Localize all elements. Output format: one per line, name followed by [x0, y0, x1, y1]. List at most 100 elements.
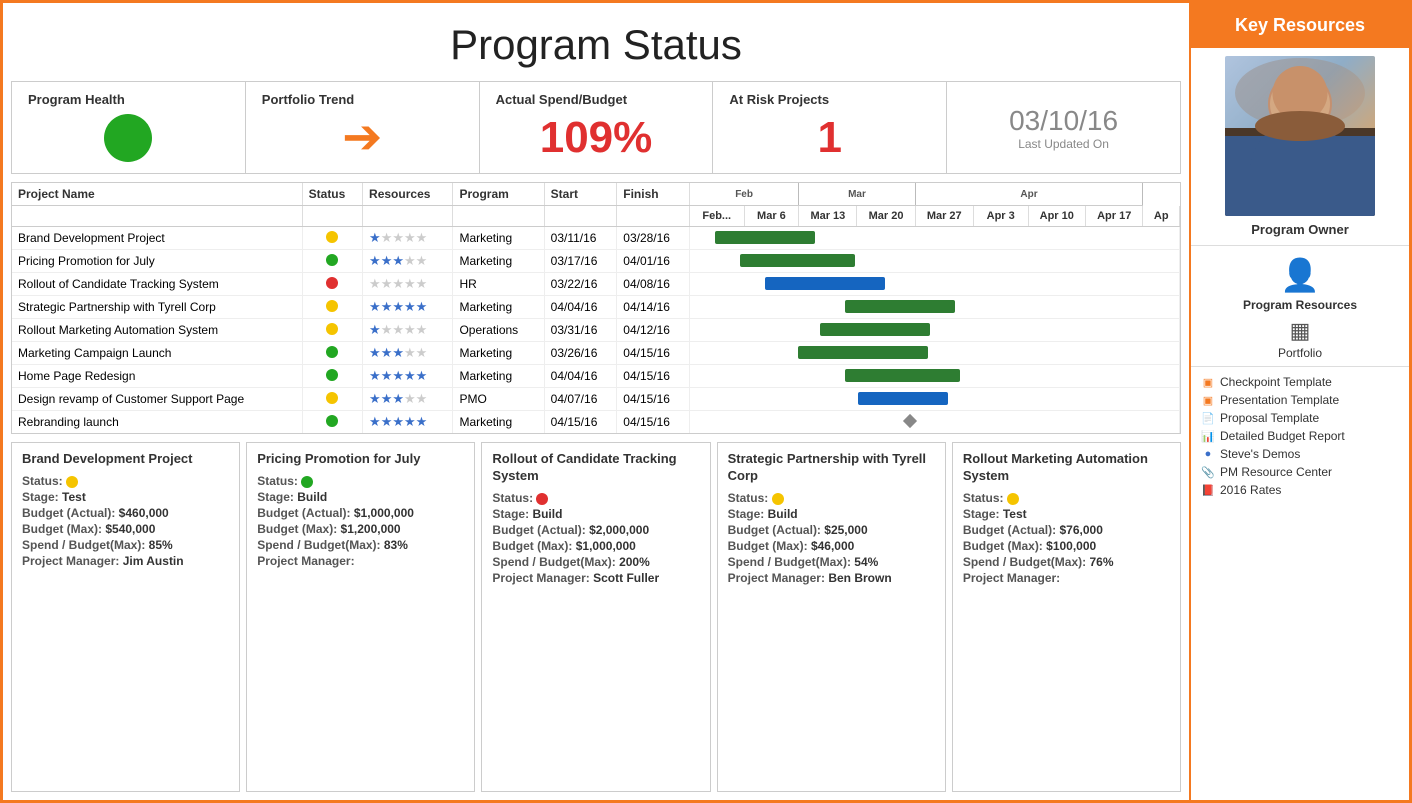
- sidebar-link[interactable]: 📎PM Resource Center: [1201, 465, 1399, 479]
- card-pm-row: Project Manager: Jim Austin: [22, 554, 229, 568]
- date-apr10: Apr 10: [1028, 206, 1085, 227]
- date-mar27: Mar 27: [915, 206, 973, 227]
- card-status-row: Status:: [728, 491, 935, 505]
- portfolio-icon: ▦: [1290, 318, 1311, 344]
- sidebar-header: Key Resources: [1191, 3, 1409, 48]
- program-resources-section: 👤 Program Resources ▦ Portfolio: [1191, 246, 1409, 367]
- col-start: Start: [544, 183, 617, 206]
- page-title-bar: Program Status: [11, 11, 1181, 81]
- card-budget-actual-row: Budget (Actual): $25,000: [728, 523, 935, 537]
- table-row: Rollout of Candidate Tracking System★★★★…: [12, 273, 1180, 296]
- col-prog-h: [453, 206, 544, 227]
- col-project-name: Project Name: [12, 183, 302, 206]
- card-spend-row: Spend / Budget(Max): 83%: [257, 538, 464, 552]
- col-start-h: [544, 206, 617, 227]
- col-status-h: [302, 206, 362, 227]
- sidebar-link[interactable]: ▣Presentation Template: [1201, 393, 1399, 407]
- card-stage-row: Stage: Build: [492, 507, 699, 521]
- gantt-date-row: Feb... Mar 6 Mar 13 Mar 20 Mar 27 Apr 3 …: [12, 206, 1180, 227]
- link-label: PM Resource Center: [1220, 465, 1332, 479]
- kpi-spend: Actual Spend/Budget 109%: [480, 82, 714, 173]
- kpi-trend: Portfolio Trend ➔: [246, 82, 480, 173]
- table-row: Design revamp of Customer Support Page★★…: [12, 388, 1180, 411]
- col-apr-super: Apr: [915, 183, 1143, 206]
- sidebar-link[interactable]: 📄Proposal Template: [1201, 411, 1399, 425]
- link-label: 2016 Rates: [1220, 483, 1281, 497]
- date-mar6: Mar 6: [744, 206, 799, 227]
- spend-value-area: 109%: [496, 113, 697, 163]
- project-card: Brand Development Project Status: Stage:…: [11, 442, 240, 792]
- card-budget-actual-row: Budget (Actual): $2,000,000: [492, 523, 699, 537]
- health-label: Program Health: [28, 92, 125, 107]
- project-card: Rollout Marketing Automation System Stat…: [952, 442, 1181, 792]
- kpi-row: Program Health Portfolio Trend ➔ Actual …: [11, 81, 1181, 174]
- program-resources-label: Program Resources: [1243, 298, 1357, 312]
- link-label: Checkpoint Template: [1220, 375, 1332, 389]
- col-status: Status: [302, 183, 362, 206]
- sidebar-link[interactable]: 📕 2016 Rates: [1201, 483, 1399, 497]
- date-apr-more: Ap: [1143, 206, 1180, 227]
- risk-label: At Risk Projects: [729, 92, 829, 107]
- card-title: Rollout Marketing Automation System: [963, 451, 1170, 485]
- date-updated: 03/10/16 Last Updated On: [1009, 105, 1118, 151]
- card-budget-max-row: Budget (Max): $46,000: [728, 539, 935, 553]
- gantt-scroll[interactable]: Project Name Status Resources Program St…: [12, 183, 1180, 433]
- sidebar: Key Resources Program Owner 👤 Program Re…: [1189, 3, 1409, 800]
- card-title: Brand Development Project: [22, 451, 229, 468]
- card-budget-max-row: Budget (Max): $1,000,000: [492, 539, 699, 553]
- col-resources: Resources: [363, 183, 453, 206]
- card-budget-max-row: Budget (Max): $540,000: [22, 522, 229, 536]
- table-row: Rollout Marketing Automation System★★★★★…: [12, 319, 1180, 342]
- col-mar-super: Mar: [799, 183, 915, 206]
- table-row: Rebranding launch★★★★★Marketing04/15/160…: [12, 411, 1180, 434]
- project-card: Strategic Partnership with Tyrell Corp S…: [717, 442, 946, 792]
- kpi-health: Program Health: [12, 82, 246, 173]
- card-status-row: Status:: [492, 491, 699, 505]
- card-budget-max-row: Budget (Max): $1,200,000: [257, 522, 464, 536]
- link-icon: 📕: [1201, 483, 1215, 497]
- card-stage-row: Stage: Build: [728, 507, 935, 521]
- card-pm-row: Project Manager: Scott Fuller: [492, 571, 699, 585]
- gantt-section: Project Name Status Resources Program St…: [11, 182, 1181, 434]
- card-title: Rollout of Candidate Tracking System: [492, 451, 699, 485]
- table-row: Strategic Partnership with Tyrell Corp★★…: [12, 296, 1180, 319]
- program-resources-icon: 👤: [1280, 256, 1320, 294]
- date-value: 03/10/16: [1009, 105, 1118, 137]
- kpi-risk: At Risk Projects 1: [713, 82, 947, 173]
- project-card: Rollout of Candidate Tracking System Sta…: [481, 442, 710, 792]
- program-owner-label: Program Owner: [1251, 222, 1349, 237]
- date-apr3: Apr 3: [973, 206, 1028, 227]
- card-spend-row: Spend / Budget(Max): 200%: [492, 555, 699, 569]
- card-title: Strategic Partnership with Tyrell Corp: [728, 451, 935, 485]
- link-label: Steve's Demos: [1220, 447, 1300, 461]
- col-finish: Finish: [617, 183, 690, 206]
- sidebar-links: ▣Checkpoint Template▣Presentation Templa…: [1191, 367, 1409, 505]
- col-finish-h: [617, 206, 690, 227]
- link-icon: ▣: [1201, 393, 1215, 407]
- card-spend-row: Spend / Budget(Max): 85%: [22, 538, 229, 552]
- risk-value: 1: [818, 113, 842, 163]
- sidebar-link[interactable]: ▣Checkpoint Template: [1201, 375, 1399, 389]
- health-green-circle: [104, 114, 152, 162]
- card-spend-row: Spend / Budget(Max): 54%: [728, 555, 935, 569]
- main-content: Program Status Program Health Portfolio …: [3, 3, 1189, 800]
- sidebar-link[interactable]: ● Steve's Demos: [1201, 447, 1399, 461]
- table-row: Pricing Promotion for July★★★★★Marketing…: [12, 250, 1180, 273]
- gantt-header-row: Project Name Status Resources Program St…: [12, 183, 1180, 206]
- spend-value: 109%: [540, 113, 653, 163]
- card-pm-row: Project Manager: Ben Brown: [728, 571, 935, 585]
- page-title: Program Status: [11, 21, 1181, 69]
- date-mar20: Mar 20: [857, 206, 915, 227]
- program-owner-section: Program Owner: [1191, 48, 1409, 246]
- card-stage-row: Stage: Test: [22, 490, 229, 504]
- link-icon: ●: [1201, 447, 1215, 461]
- card-title: Pricing Promotion for July: [257, 451, 464, 468]
- link-label: Proposal Template: [1220, 411, 1319, 425]
- sidebar-link[interactable]: 📊Detailed Budget Report: [1201, 429, 1399, 443]
- kpi-date: 03/10/16 Last Updated On: [947, 82, 1180, 173]
- col-program: Program: [453, 183, 544, 206]
- date-mar13: Mar 13: [799, 206, 857, 227]
- card-stage-row: Stage: Test: [963, 507, 1170, 521]
- project-cards: Brand Development Project Status: Stage:…: [11, 442, 1181, 792]
- date-feb: Feb...: [689, 206, 744, 227]
